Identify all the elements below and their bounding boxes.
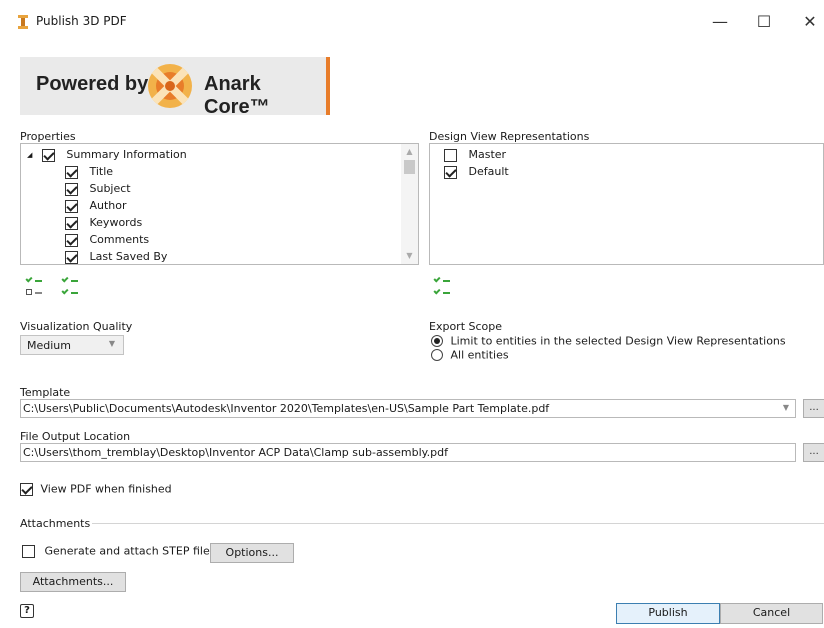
tree-row-author[interactable]: Author <box>65 198 127 215</box>
options-button[interactable]: Options... <box>210 543 294 563</box>
tree-row-keywords[interactable]: Keywords <box>65 215 142 232</box>
chevron-down-icon: ▼ <box>108 339 115 348</box>
check-all-icon[interactable] <box>433 287 452 299</box>
limit-radio-label: Limit to entities in the selected Design… <box>450 334 786 348</box>
maximize-button[interactable]: ☐ <box>744 8 784 36</box>
view-pdf-checkbox[interactable] <box>20 482 33 496</box>
design-views-label: Design View Representations <box>429 130 590 143</box>
dvr-label: Master <box>468 148 507 161</box>
comments-checkbox[interactable] <box>65 233 78 247</box>
tree-label: Title <box>89 165 114 178</box>
tree-row-last-saved-by[interactable]: Last Saved By <box>65 249 168 264</box>
scroll-up-icon[interactable]: ▲ <box>401 146 418 158</box>
properties-scrollbar[interactable]: ▲ ▼ <box>401 144 418 264</box>
tree-label: Author <box>89 199 127 212</box>
dvr-row-default[interactable]: Default <box>444 164 509 181</box>
scroll-thumb[interactable] <box>404 160 415 174</box>
tree-label: Subject <box>89 182 131 195</box>
help-icon[interactable]: ? <box>20 604 34 618</box>
export-scope-limit-option[interactable]: Limit to entities in the selected Design… <box>431 334 786 348</box>
banner-anark-text: Anark Core™ <box>204 73 270 118</box>
author-checkbox[interactable] <box>65 199 78 213</box>
template-label: Template <box>20 386 71 399</box>
properties-tree[interactable]: ◢ Summary Information Title Subject Auth… <box>20 143 419 265</box>
default-checkbox[interactable] <box>444 165 457 179</box>
scroll-down-icon[interactable]: ▼ <box>401 250 418 262</box>
uncheck-all-icon[interactable] <box>26 289 44 299</box>
title-checkbox[interactable] <box>65 165 78 179</box>
minimize-button[interactable]: — <box>700 8 740 36</box>
tree-row-title[interactable]: Title <box>65 164 113 181</box>
visualization-quality-value: Medium <box>27 339 71 352</box>
output-location-value: C:\Users\thom_tremblay\Desktop\Inventor … <box>23 446 448 459</box>
attachments-button[interactable]: Attachments... <box>20 572 126 592</box>
tree-row-comments[interactable]: Comments <box>65 232 149 249</box>
publish-button[interactable]: Publish <box>616 603 720 624</box>
tree-row-summary[interactable]: ◢ Summary Information <box>27 147 187 164</box>
output-browse-button[interactable]: ... <box>803 443 824 462</box>
banner-powered-text: Powered by <box>36 73 149 95</box>
properties-label: Properties <box>20 130 76 143</box>
all-entities-radio-label: All entities <box>450 348 509 362</box>
export-scope-all-option[interactable]: All entities <box>431 348 509 362</box>
chevron-down-icon[interactable]: ▼ <box>783 403 789 412</box>
view-pdf-label: View PDF when finished <box>40 482 172 496</box>
export-scope-label: Export Scope <box>429 320 503 333</box>
dvr-row-master[interactable]: Master <box>444 147 506 164</box>
check-all-icon[interactable] <box>433 275 452 287</box>
output-location-label: File Output Location <box>20 430 131 443</box>
step-label: Generate and attach STEP file <box>44 544 210 558</box>
master-checkbox[interactable] <box>444 148 457 162</box>
all-entities-radio[interactable] <box>431 349 443 361</box>
check-all-icon[interactable] <box>61 287 80 299</box>
template-select[interactable]: C:\Users\Public\Documents\Autodesk\Inven… <box>20 399 796 418</box>
step-option[interactable]: Generate and attach STEP file <box>22 544 210 558</box>
title-bar: Publish 3D PDF — ☐ ✕ <box>0 0 824 44</box>
anark-banner: Powered by Anark Core™ <box>20 57 330 118</box>
summary-checkbox[interactable] <box>41 148 55 162</box>
last-saved-by-checkbox[interactable] <box>65 250 78 264</box>
template-browse-button[interactable]: ... <box>803 399 824 418</box>
output-location-field[interactable]: C:\Users\thom_tremblay\Desktop\Inventor … <box>20 443 796 462</box>
window-title: Publish 3D PDF <box>36 14 127 28</box>
template-value: C:\Users\Public\Documents\Autodesk\Inven… <box>23 402 550 415</box>
attachments-section-label: Attachments <box>20 517 91 530</box>
visualization-quality-label: Visualization Quality <box>20 320 133 333</box>
tree-label: Keywords <box>89 216 143 229</box>
dvr-label: Default <box>468 165 509 178</box>
cancel-button[interactable]: Cancel <box>720 603 823 624</box>
tree-label-summary: Summary Information <box>66 148 187 161</box>
close-button[interactable]: ✕ <box>790 8 824 36</box>
tree-label: Comments <box>89 233 150 246</box>
inventor-app-icon <box>18 15 28 29</box>
visualization-quality-select[interactable]: Medium ▼ <box>20 335 124 355</box>
view-pdf-option[interactable]: View PDF when finished <box>20 482 172 496</box>
anark-logo-icon <box>148 64 192 108</box>
section-divider <box>92 523 824 524</box>
tree-row-subject[interactable]: Subject <box>65 181 131 198</box>
design-views-list[interactable]: Master Default <box>429 143 824 265</box>
expander-icon[interactable]: ◢ <box>27 151 32 159</box>
check-all-icon[interactable] <box>61 275 80 287</box>
keywords-checkbox[interactable] <box>65 216 78 230</box>
subject-checkbox[interactable] <box>65 182 78 196</box>
tree-label: Last Saved By <box>89 250 168 263</box>
step-checkbox[interactable] <box>22 544 35 558</box>
limit-radio[interactable] <box>431 335 443 347</box>
check-all-icon[interactable] <box>25 275 44 287</box>
